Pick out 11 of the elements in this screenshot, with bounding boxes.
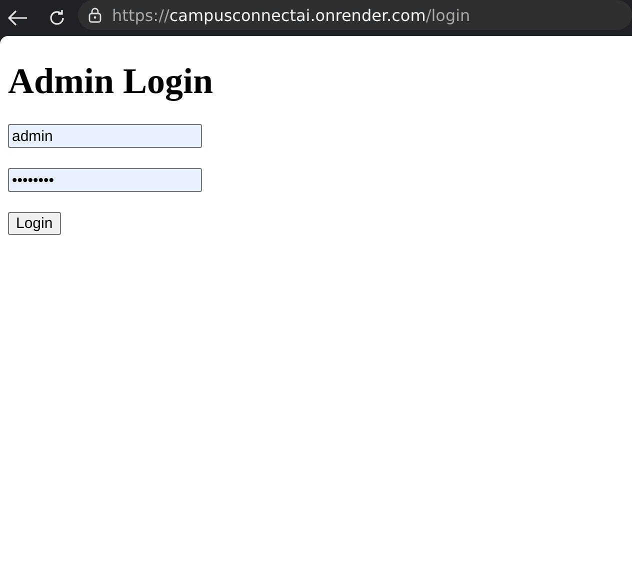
lock-icon <box>88 7 102 23</box>
back-icon[interactable] <box>8 10 28 26</box>
address-bar[interactable]: https://campusconnectai.onrender.com/login <box>78 0 632 30</box>
url-path: /login <box>426 6 470 24</box>
login-button[interactable]: Login <box>8 212 61 235</box>
username-field[interactable]: admin <box>8 124 202 148</box>
url-scheme: https:// <box>112 6 170 24</box>
page-title: Admin Login <box>8 60 214 102</box>
password-field[interactable]: •••••••• <box>8 168 202 192</box>
reload-icon[interactable] <box>48 9 66 27</box>
url-host: campusconnectai.onrender.com <box>169 6 426 24</box>
